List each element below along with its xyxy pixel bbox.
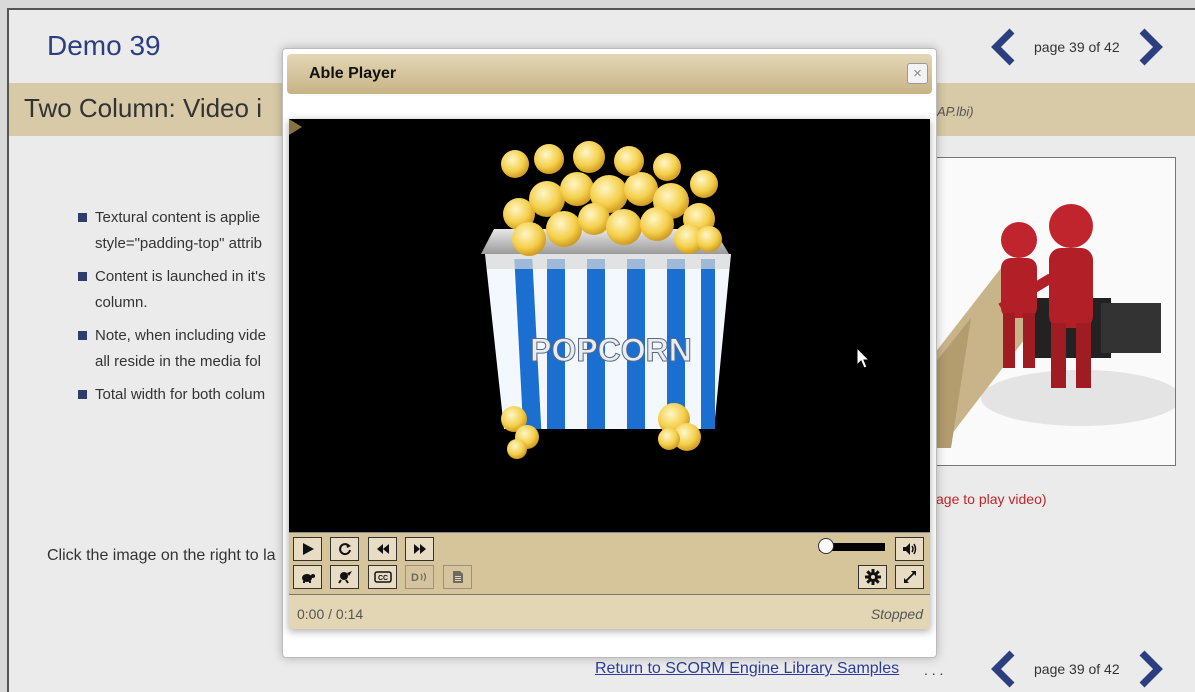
forward-button[interactable] [405,537,434,561]
volume-icon [902,543,916,555]
list-item: Note, when including vide all reside in t… [78,323,293,375]
page-subtitle: Two Column: Video i [24,93,262,123]
prev-page-button[interactable] [986,27,1022,67]
bottom-pager: page 39 of 42 [986,649,1168,689]
faster-icon [337,571,352,584]
fullscreen-icon [903,571,916,583]
transcript-icon [452,571,463,583]
audio-description-icon: D [411,572,426,584]
play-indicator-icon [289,119,302,135]
elapsed-time: 0:00 / 0:14 [297,606,364,622]
able-player-dialog: Able Player × POPCORN CC D 0:00 / 0:14 S… [282,48,937,658]
list-item: Textural content is applie style="padding… [78,205,293,257]
close-button[interactable]: × [907,63,928,84]
mouse-cursor-icon [856,346,871,369]
page-indicator: page 39 of 42 [1034,661,1120,677]
return-to-library-link[interactable]: Return to SCORM Engine Library Samples [595,660,899,678]
next-page-button[interactable] [1132,649,1168,689]
list-item: Total width for both colum [78,382,293,408]
page-indicator: page 39 of 42 [1034,39,1120,55]
instruction-text: Click the image on the right to la [47,547,276,564]
chevron-right-icon [1139,650,1163,688]
bullet-list: Textural content is applie style="padding… [78,205,293,415]
media-player: POPCORN CC D 0:00 / 0:14 Stopped [289,119,930,629]
prev-page-button[interactable] [986,649,1022,689]
settings-icon [864,569,881,585]
chevron-left-icon [991,650,1015,688]
top-pager: page 39 of 42 [986,27,1168,67]
slower-button[interactable] [293,565,322,589]
play-button[interactable] [293,537,322,561]
fullscreen-button[interactable] [895,565,924,589]
captions-icon: CC [373,571,392,583]
play-icon [302,543,314,555]
rewind-button[interactable] [368,537,397,561]
thumbnail-illustration [931,158,1175,465]
captions-button[interactable]: CC [368,565,397,589]
next-page-button[interactable] [1132,27,1168,67]
player-controls: CC D [289,532,930,594]
player-status-bar: 0:00 / 0:14 Stopped [289,594,930,629]
faster-button[interactable] [330,565,359,589]
volume-button[interactable] [895,537,924,561]
restart-button[interactable] [330,537,359,561]
list-item: Content is launched in it's column. [78,264,293,316]
thumbnail-caption: age to play video) [936,491,1047,507]
transcript-button[interactable] [443,565,472,589]
audio-description-button[interactable]: D [405,565,434,589]
svg-text:D: D [411,572,419,584]
settings-button[interactable] [858,565,887,589]
volume-slider-handle[interactable] [818,538,834,554]
close-icon: × [913,65,922,82]
dialog-header: Able Player × [287,54,932,94]
svg-text:CC: CC [377,575,387,582]
page-title: Demo 39 [47,30,161,61]
chevron-left-icon [991,28,1015,66]
playback-status: Stopped [870,606,923,622]
popcorn-video-frame: POPCORN [481,141,871,459]
rewind-icon [376,544,389,554]
forward-icon [413,544,426,554]
popcorn-label: POPCORN [530,332,692,368]
video-thumbnail-image[interactable] [930,157,1176,466]
slower-icon [301,574,315,583]
subtitle-note: AP.lbi) [937,104,974,119]
restart-icon [338,543,351,556]
chevron-right-icon [1139,28,1163,66]
footer-dots: . . . [924,662,944,678]
dialog-title: Able Player [309,65,397,82]
video-area[interactable]: POPCORN [289,119,930,532]
